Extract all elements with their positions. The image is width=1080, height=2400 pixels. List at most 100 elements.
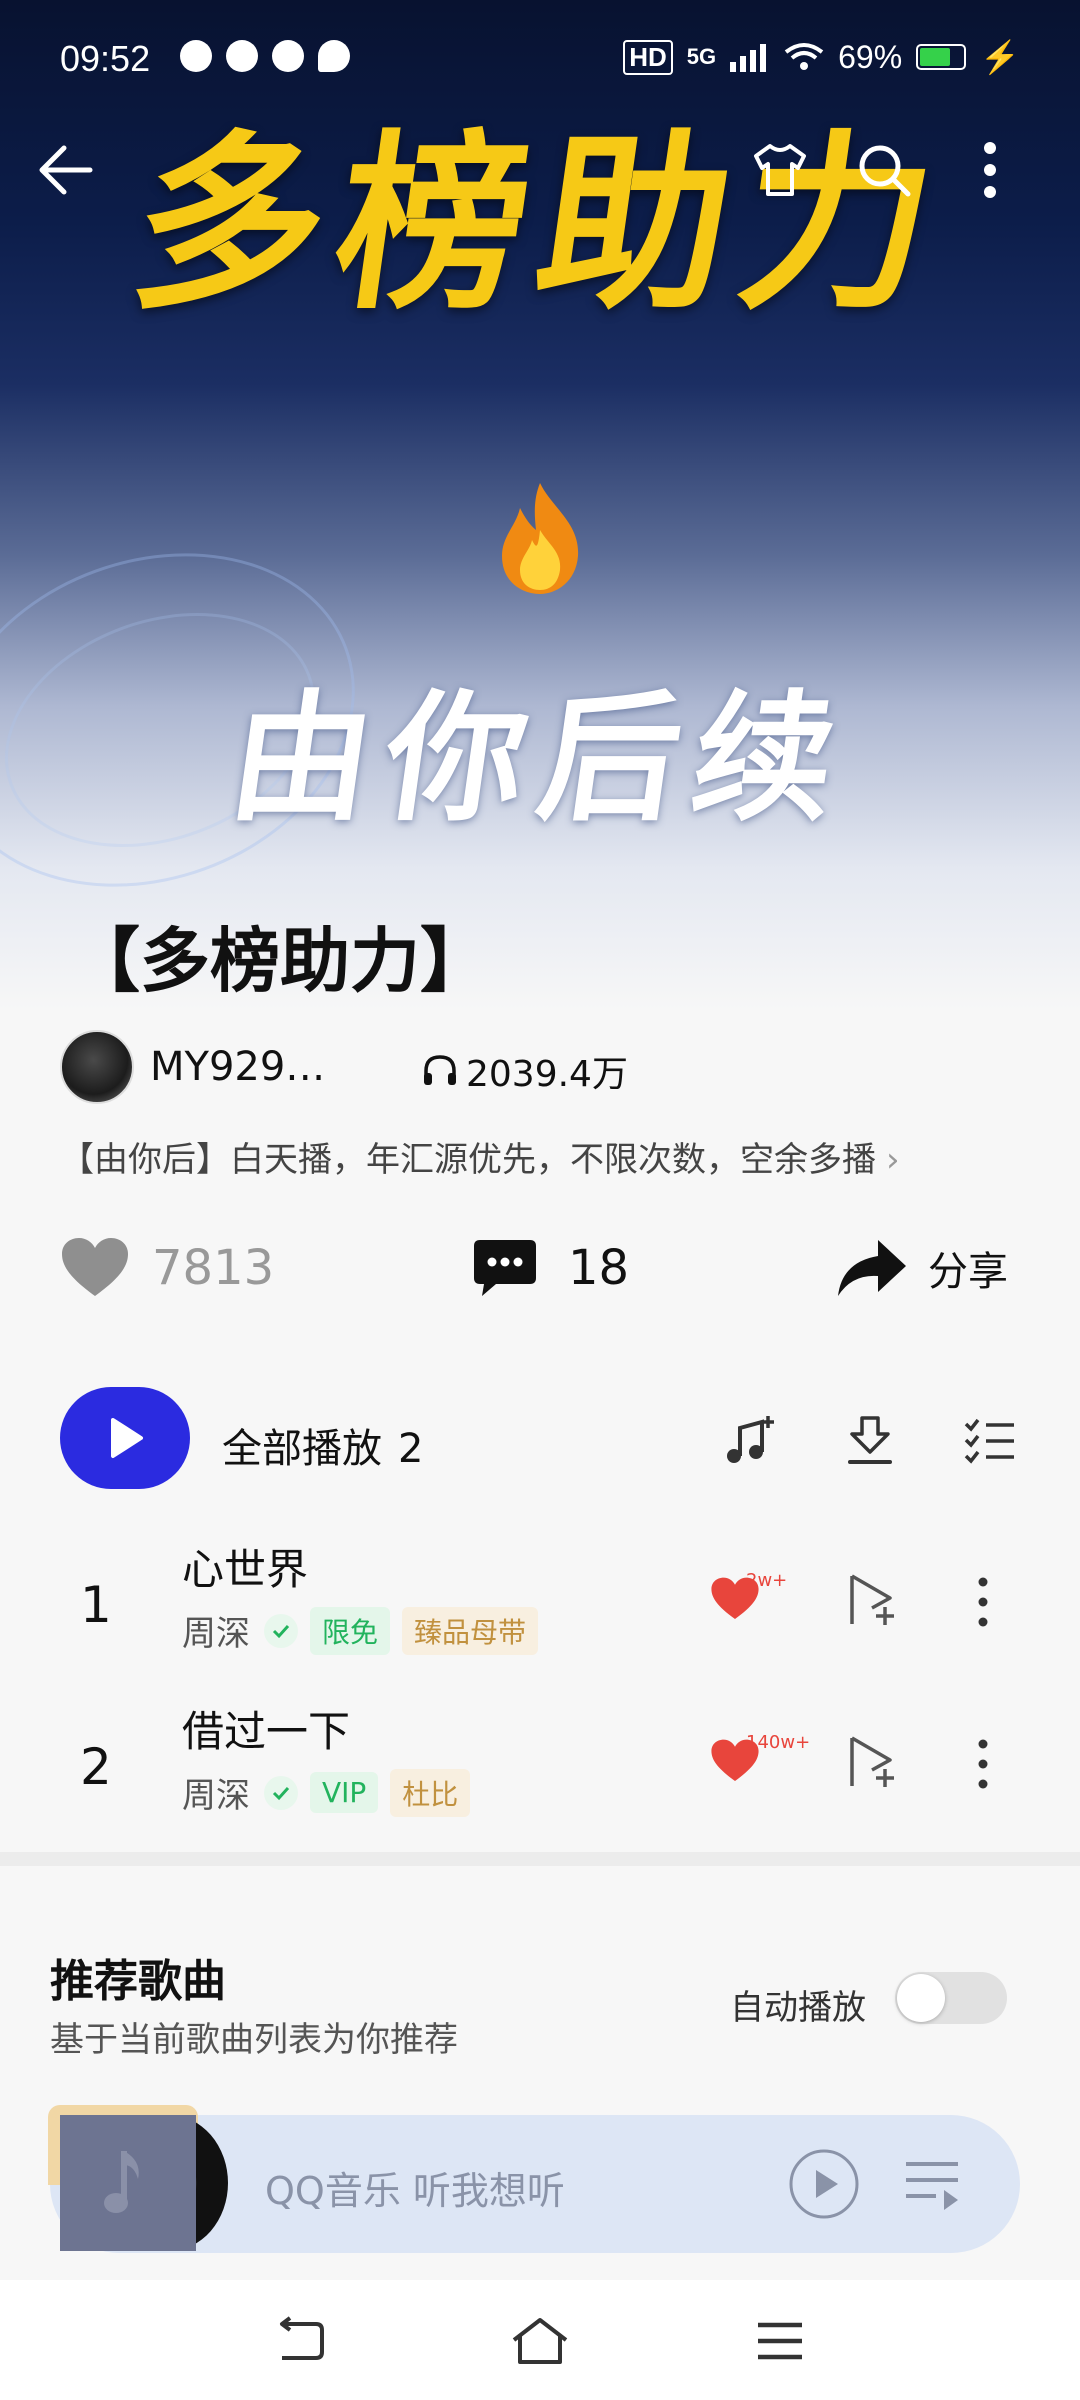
music-note-icon: [104, 2151, 139, 2213]
chevron-right-icon: ›: [886, 1140, 900, 1180]
multi-select-button[interactable]: [960, 1410, 1020, 1470]
song-row[interactable]: 1 心世界 周深 限免 臻品母带 2w+: [0, 1526, 1080, 1686]
play-all-button[interactable]: [60, 1387, 190, 1489]
notification-k-icon: [180, 40, 212, 72]
mini-play-button[interactable]: [788, 2148, 860, 2224]
playlist-queue-button[interactable]: [902, 2158, 962, 2216]
more-vertical-icon: [978, 1739, 988, 1789]
autoplay-toggle[interactable]: [895, 1972, 1007, 2024]
cover-subtitle-art: 由你后续: [220, 678, 860, 841]
song-title[interactable]: 心世界: [182, 1536, 308, 1597]
song-like-button[interactable]: 2w+: [710, 1570, 787, 1626]
fire-icon: [502, 483, 579, 594]
share-label: 分享: [928, 1249, 1008, 1295]
back-arrow-icon: [39, 145, 93, 195]
comment-count: 18: [568, 1240, 630, 1296]
creator-name[interactable]: MY929…: [150, 1044, 325, 1090]
playlist-actions: 7813 18 分享: [0, 1230, 1080, 1310]
tag-master-quality: 臻品母带: [402, 1606, 539, 1655]
play-all-text[interactable]: 全部播放: [222, 1426, 382, 1472]
play-all-label[interactable]: 全部播放 2: [222, 1416, 423, 1474]
share-button[interactable]: 分享: [836, 1236, 1008, 1300]
notification-icons: [180, 40, 350, 72]
play-next-icon: [850, 1574, 894, 1625]
verified-check-icon: [264, 1775, 298, 1810]
headphones-icon: [424, 1055, 456, 1085]
play-icon: [111, 1418, 143, 1458]
song-index: 2: [80, 1738, 112, 1796]
song-more-button[interactable]: [975, 1576, 991, 1632]
add-to-queue-button[interactable]: [846, 1734, 900, 1794]
notification-timer-icon: [272, 40, 304, 72]
status-bar: 09:52 HD 5G 69% ⚡: [0, 0, 1080, 120]
play-count: 2039.4万: [420, 1045, 628, 1097]
description-text[interactable]: 【由你后】白天播，年汇源优先，不限次数，空余多播: [60, 1140, 876, 1180]
autoplay-label: 自动播放: [730, 1988, 866, 2028]
more-options-button[interactable]: [950, 130, 1030, 210]
home-icon: [512, 2318, 568, 2364]
hd-icon: HD: [623, 39, 673, 75]
like-button[interactable]: 7813: [60, 1236, 274, 1300]
song-row[interactable]: 2 借过一下 周深 VIP 杜比 140w+: [0, 1688, 1080, 1848]
creator-avatar[interactable]: [60, 1030, 134, 1104]
song-more-button[interactable]: [975, 1738, 991, 1794]
download-button[interactable]: [840, 1410, 900, 1470]
tag-vip: VIP: [310, 1772, 379, 1813]
song-artist[interactable]: 周深: [182, 1606, 250, 1655]
notification-chat-icon: [318, 40, 350, 72]
play-all-count: 2: [398, 1426, 424, 1472]
wifi-icon: [784, 43, 824, 70]
add-music-button[interactable]: [720, 1410, 780, 1470]
section-divider: [0, 1852, 1080, 1866]
comment-icon: [474, 1240, 536, 1296]
tshirt-icon: [754, 144, 806, 196]
tag-dolby: 杜比: [390, 1768, 471, 1817]
nav-back-icon: [280, 2316, 324, 2360]
status-time: 09:52: [60, 38, 151, 79]
download-icon: [848, 1416, 892, 1464]
heart-icon: [62, 1238, 128, 1296]
verified-check-icon: [264, 1613, 298, 1648]
add-to-queue-button[interactable]: [846, 1572, 900, 1632]
system-nav-bar: [0, 2280, 1080, 2400]
play-next-icon: [850, 1736, 894, 1787]
notification-globe-icon: [226, 40, 258, 72]
tag-free: 限免: [310, 1606, 391, 1655]
more-vertical-icon: [978, 1577, 988, 1627]
play-circle-icon: [789, 2149, 859, 2219]
music-add-icon: [727, 1416, 774, 1463]
like-count-badge: 2w+: [746, 1570, 788, 1591]
more-vertical-icon: [984, 142, 996, 198]
playlist-description[interactable]: 【由你后】白天播，年汇源优先，不限次数，空余多播 ›: [60, 1132, 900, 1181]
charging-icon: ⚡: [980, 39, 1020, 75]
comment-button[interactable]: 18: [472, 1236, 629, 1300]
song-like-button[interactable]: 140w+: [710, 1732, 810, 1788]
search-button[interactable]: [844, 130, 924, 210]
play-count-value: 2039.4万: [466, 1054, 628, 1095]
nav-home-button[interactable]: [505, 2306, 575, 2376]
battery-icon: [916, 44, 967, 70]
nav-back-button[interactable]: [265, 2306, 335, 2376]
song-meta: 周深 VIP 杜比: [182, 1768, 471, 1817]
song-artist[interactable]: 周深: [182, 1768, 250, 1817]
theme-button[interactable]: [740, 130, 820, 210]
back-button[interactable]: [26, 130, 106, 210]
checklist-icon: [964, 1418, 1014, 1464]
share-arrow-icon: [838, 1240, 906, 1296]
recommend-subtitle: 基于当前歌曲列表为你推荐: [50, 2020, 458, 2060]
battery-percent: 69%: [838, 38, 903, 75]
song-title[interactable]: 借过一下: [182, 1698, 350, 1759]
mini-player-text[interactable]: QQ音乐 听我想听: [265, 2160, 565, 2215]
song-meta: 周深 限免 臻品母带: [182, 1606, 539, 1655]
creator-link[interactable]: MY929…: [60, 1030, 325, 1104]
queue-list-icon: [906, 2162, 958, 2210]
song-index: 1: [80, 1576, 112, 1634]
nav-recents-button[interactable]: [745, 2306, 815, 2376]
menu-icon: [758, 2322, 802, 2360]
signal-bars-icon: [730, 44, 767, 72]
playlist-title: 【多榜助力】: [70, 920, 490, 1002]
mini-player-cover[interactable]: [60, 2115, 196, 2251]
toggle-knob: [897, 1974, 945, 2022]
search-icon: [859, 145, 911, 197]
recommend-title: 推荐歌曲: [50, 1956, 226, 2007]
